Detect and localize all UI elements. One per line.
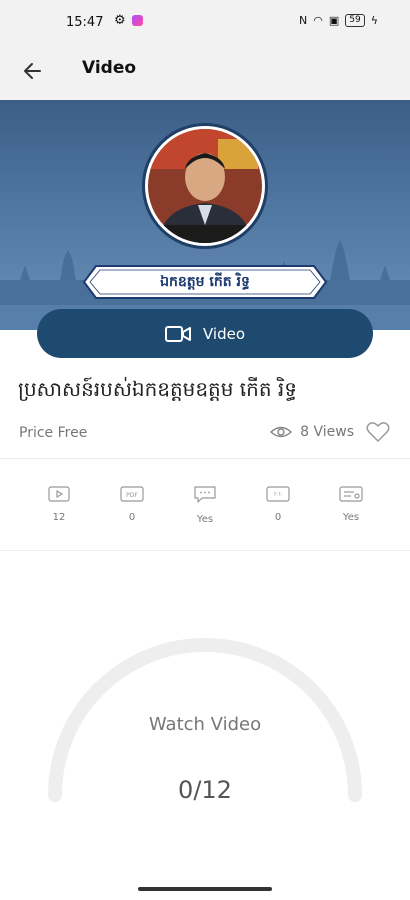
stat-chat: Yes xyxy=(180,486,230,525)
status-bar: 15:47 ⚙ N ◠ ▣ 59 ϟ xyxy=(0,0,410,44)
video-button[interactable]: Video xyxy=(37,309,373,358)
hero-banner: ឯកឧត្តម កើត រិទ្ធ xyxy=(0,100,410,330)
wifi-icon: ◠ xyxy=(313,14,323,27)
video-icon xyxy=(48,486,70,502)
stat-videos: 12 xyxy=(34,486,84,523)
speaker-photo xyxy=(148,129,262,243)
certificate-icon xyxy=(339,486,363,502)
sim-icon: ▣ xyxy=(328,14,340,27)
stat-videos-value: 12 xyxy=(52,512,66,523)
speaker-name: ឯកឧត្តម កើត រិទ្ធ xyxy=(160,274,250,290)
speaker-avatar xyxy=(142,123,268,249)
speaker-nameplate: ឯកឧត្តម កើត រិទ្ធ xyxy=(82,262,328,302)
views-count: 8 Views xyxy=(300,424,354,440)
course-price: Price Free xyxy=(19,425,88,441)
app-notification-icon xyxy=(132,15,143,26)
video-camera-icon xyxy=(164,325,191,342)
stat-quiz: ?:?: 0 xyxy=(253,486,303,523)
svg-text:?:?:: ?:?: xyxy=(274,492,283,498)
course-title: ប្រសាសន៍របស់ឯកឧត្តមឧត្តម កើត រិទ្ធ xyxy=(18,377,297,401)
status-time: 15:47 xyxy=(66,15,104,30)
course-stats: 12 PDF 0 Yes ?:?: 0 Yes xyxy=(0,480,410,540)
back-arrow-icon xyxy=(24,63,41,79)
divider xyxy=(0,458,410,459)
quiz-icon: ?:?: xyxy=(266,486,290,502)
page-title: Video xyxy=(82,58,137,78)
status-icons: N ◠ ▣ 59 ϟ xyxy=(299,14,378,27)
stat-certificate-value: Yes xyxy=(342,512,360,523)
favorite-heart-icon[interactable] xyxy=(366,421,390,443)
battery-icon: 59 xyxy=(345,14,365,27)
charging-icon: ϟ xyxy=(370,14,378,27)
pdf-icon: PDF xyxy=(120,486,144,502)
eye-icon xyxy=(270,426,293,438)
gear-icon: ⚙ xyxy=(114,13,126,28)
stat-certificate: Yes xyxy=(326,486,376,523)
divider xyxy=(0,550,410,551)
stat-pdf-value: 0 xyxy=(128,512,136,523)
svg-text:PDF: PDF xyxy=(126,492,138,499)
watch-video-label: Watch Video xyxy=(148,714,262,735)
stat-pdf: PDF 0 xyxy=(107,486,157,523)
app-bar: Video xyxy=(0,44,410,100)
stat-quiz-value: 0 xyxy=(274,512,282,523)
video-button-label: Video xyxy=(202,324,246,343)
watch-video-count: 0/12 xyxy=(178,776,232,804)
stat-chat-value: Yes xyxy=(196,514,214,525)
views-info: 8 Views xyxy=(270,421,390,443)
home-indicator[interactable] xyxy=(138,887,272,891)
nfc-icon: N xyxy=(299,14,308,27)
back-button[interactable] xyxy=(18,56,48,86)
chat-icon xyxy=(194,486,216,503)
